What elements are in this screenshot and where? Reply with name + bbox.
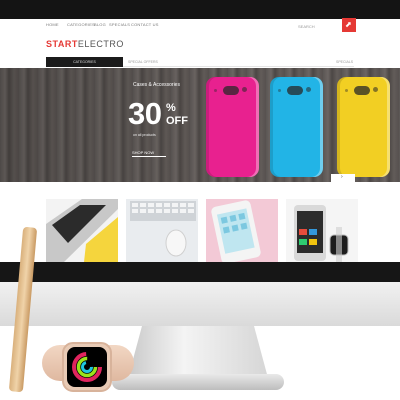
cart-button[interactable]: ⬈	[342, 18, 356, 32]
product-tile-phone-watch[interactable]	[286, 199, 358, 262]
site-logo[interactable]: STARTELECTRO	[46, 39, 124, 49]
cart-icon: ⬈	[345, 20, 352, 29]
category-bar: CATEGORIES SPECIAL OFFERS SPECIALS	[46, 57, 354, 67]
product-tile-keyboard[interactable]	[126, 199, 198, 262]
categories-button[interactable]: CATEGORIES	[46, 57, 123, 67]
phone-case-blue	[270, 77, 323, 177]
page: HOME CATEGORIES BLOG SPECIALS CONTACT US…	[0, 0, 400, 400]
monitor-chin	[0, 282, 400, 326]
slider-next-button[interactable]: ›	[331, 174, 355, 182]
product-tile-laptop[interactable]	[46, 199, 118, 262]
laptop-image	[46, 199, 118, 262]
cat-item-offers[interactable]: SPECIAL OFFERS	[128, 60, 158, 64]
chevron-right-icon: ›	[341, 174, 343, 180]
keyboard-image	[130, 201, 196, 257]
monitor-stand-base	[112, 374, 284, 390]
nav-contact[interactable]: CONTACT US	[131, 22, 159, 27]
smartwatch-screen	[67, 347, 107, 387]
promo-percent: %	[166, 102, 176, 114]
phone-case-pink	[206, 77, 259, 177]
promo-number: 30	[128, 96, 162, 131]
product-tile-smartphone[interactable]	[206, 199, 278, 262]
nav-categories[interactable]: CATEGORIES	[67, 22, 95, 27]
monitor-bezel-top	[0, 0, 400, 19]
phone-case-yellow	[337, 77, 390, 177]
nav-blog[interactable]: BLOG	[94, 22, 106, 27]
logo-brand: START	[46, 39, 78, 49]
activity-rings-icon	[72, 352, 102, 382]
promo-subtitle: on all products	[133, 133, 156, 137]
monitor-bezel-bottom	[0, 262, 400, 282]
logo-rest: ELECTRO	[77, 39, 124, 49]
smartphone-image	[211, 200, 261, 262]
monitor-stand	[128, 326, 268, 378]
phone-watch-image	[294, 205, 349, 262]
promo-off: OFF	[166, 115, 188, 127]
search-link[interactable]: SEARCH	[298, 24, 315, 29]
nav-specials[interactable]: SPECIALS	[109, 22, 130, 27]
site-nav: HOME CATEGORIES BLOG SPECIALS CONTACT US	[0, 19, 400, 32]
shop-now-button[interactable]: SHOP NOW	[132, 148, 166, 157]
nav-home[interactable]: HOME	[46, 22, 59, 27]
cat-item-specials[interactable]: SPECIALS	[336, 60, 353, 64]
promo-headline: Cases & Accessories	[133, 82, 180, 88]
